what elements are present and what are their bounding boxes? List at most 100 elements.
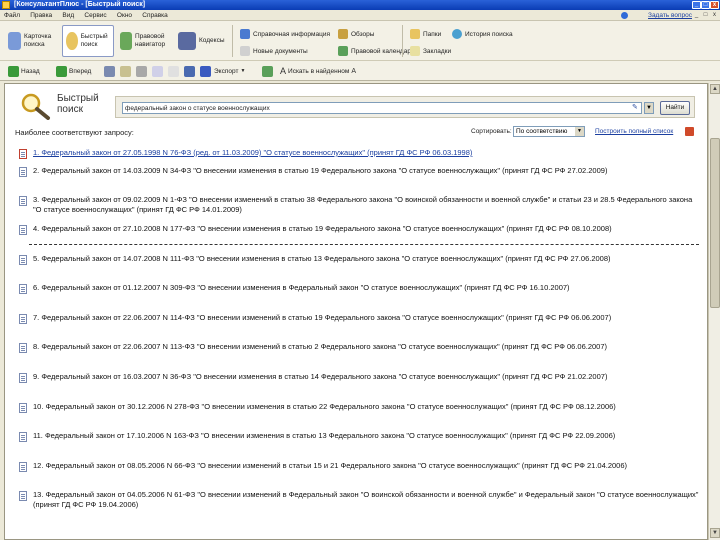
search-input[interactable] — [122, 102, 642, 114]
find-icon-button[interactable] — [168, 65, 179, 77]
folders-button[interactable]: Папки — [410, 28, 441, 40]
forward-button[interactable]: Вперед — [56, 65, 91, 77]
card-search-label: Карточка поиска — [24, 33, 52, 48]
main-toolbar: Карточка поиска Быстрый поиск Правовой н… — [0, 21, 720, 61]
scroll-down-button[interactable]: ▼ — [710, 528, 720, 538]
result-link[interactable]: 13. Федеральный закон от 04.05.2006 N 61… — [33, 490, 699, 510]
result-link[interactable]: 12. Федеральный закон от 08.05.2006 N 66… — [33, 461, 699, 471]
mdi-restore-button[interactable]: □ — [702, 11, 709, 19]
save-icon — [184, 65, 195, 77]
legal-navigator-button[interactable]: Правовой навигатор — [120, 25, 176, 57]
scroll-thumb[interactable] — [710, 138, 720, 308]
back-label: Назад — [21, 67, 40, 75]
result-link[interactable]: 11. Федеральный закон от 17.10.2006 N 16… — [33, 431, 699, 441]
result-link[interactable]: 5. Федеральный закон от 14.07.2008 N 111… — [33, 254, 699, 264]
menu-service[interactable]: Сервис — [80, 10, 110, 21]
find-in-list-label: Искать в найденном — [288, 67, 350, 75]
menu-help[interactable]: Справка — [138, 10, 172, 21]
support-link[interactable]: Задать вопрос — [648, 10, 692, 21]
word-icon-button[interactable] — [200, 65, 211, 77]
document-icon — [19, 149, 27, 159]
sort-select[interactable]: По соответствию ▼ — [513, 126, 585, 137]
document-icon — [19, 462, 27, 472]
chevron-down-icon: ▼ — [240, 68, 246, 74]
export-label: Экспорт — [214, 67, 239, 75]
mdi-minimize-button[interactable]: _ — [693, 11, 700, 19]
codes-button[interactable]: Кодексы — [178, 25, 228, 57]
result-link[interactable]: 3. Федеральный закон от 09.02.2009 N 1-Ф… — [33, 195, 699, 215]
document-icon — [19, 255, 27, 265]
menu-file[interactable]: Файл — [0, 10, 24, 21]
folders-label: Папки — [423, 30, 442, 38]
reference-info-label: Справочная информация — [253, 30, 330, 38]
build-full-list-link[interactable]: Построить полный список — [595, 128, 673, 135]
page-title: Быстрый поиск — [57, 93, 99, 115]
document-icon — [19, 225, 27, 235]
forward-label: Вперед — [69, 67, 92, 75]
reviews-button[interactable]: Обзоры — [338, 28, 374, 40]
mdi-close-button[interactable]: x — [711, 11, 718, 19]
result-link[interactable]: 10. Федеральный закон от 30.12.2006 N 27… — [33, 402, 699, 412]
toolbar-separator — [402, 25, 403, 57]
minimize-button[interactable]: _ — [692, 1, 701, 9]
document-icon — [19, 284, 27, 294]
scroll-up-button[interactable]: ▲ — [710, 84, 720, 94]
result-link[interactable]: 8. Федеральный закон от 22.06.2007 N 113… — [33, 342, 699, 352]
chevron-down-icon: ▼ — [575, 127, 584, 136]
result-link[interactable]: 4. Федеральный закон от 27.10.2008 N 177… — [33, 224, 699, 234]
window-title: [КонсультантПлюс - [Быстрый поиск] — [14, 1, 146, 8]
close-button[interactable]: x — [710, 1, 719, 9]
edit-icon — [120, 65, 131, 77]
list-icon — [104, 65, 115, 77]
copy-icon-button[interactable] — [152, 65, 163, 77]
sort-label: Сортировать: — [471, 128, 512, 135]
menu-bar: Файл Правка Вид Сервис Окно Справка Зада… — [0, 10, 720, 21]
font-small-icon: A — [351, 67, 357, 75]
check-icon-button[interactable] — [262, 65, 273, 77]
vertical-scrollbar[interactable]: ▲ ▼ — [708, 83, 720, 540]
question-icon — [621, 12, 628, 19]
reviews-icon — [338, 29, 348, 39]
menu-edit[interactable]: Правка — [26, 10, 56, 21]
card-search-button[interactable]: Карточка поиска — [8, 25, 60, 57]
check-icon — [262, 65, 273, 77]
new-documents-button[interactable]: Новые документы — [240, 45, 308, 57]
clear-icon[interactable]: ✎ — [632, 104, 640, 112]
list-icon-button[interactable] — [104, 65, 115, 77]
history-button[interactable]: История поиска — [452, 28, 513, 40]
codes-label: Кодексы — [199, 37, 225, 44]
menu-window[interactable]: Окно — [113, 10, 136, 21]
menu-view[interactable]: Вид — [58, 10, 78, 21]
result-link[interactable]: 1. Федеральный закон от 27.05.1998 N 76-… — [33, 148, 699, 158]
title-bar: [КонсультантПлюс - [Быстрый поиск] _ □ x — [0, 0, 720, 10]
reference-info-button[interactable]: Справочная информация — [240, 28, 330, 40]
content-pane: Быстрый поиск ✎ ▼ Найти Наиболее соответ… — [4, 83, 708, 540]
list-icon[interactable] — [685, 127, 694, 136]
search-button[interactable]: Найти — [660, 101, 690, 115]
print-icon — [136, 65, 147, 77]
search-box: ✎ ▼ Найти — [115, 96, 695, 118]
search-history-dropdown[interactable]: ▼ — [644, 102, 654, 114]
quick-search-button[interactable]: Быстрый поиск — [62, 25, 114, 57]
result-link[interactable]: 2. Федеральный закон от 14.03.2009 N 34-… — [33, 166, 699, 176]
document-icon — [19, 167, 27, 177]
result-link[interactable]: 6. Федеральный закон от 01.12.2007 N 309… — [33, 283, 699, 293]
edit-icon-button[interactable] — [120, 65, 131, 77]
find-icon — [168, 65, 179, 77]
app-icon — [2, 1, 10, 9]
arrow-right-icon — [56, 65, 67, 77]
save-icon-button[interactable] — [184, 65, 195, 77]
bookmarks-button[interactable]: Закладки — [410, 45, 451, 57]
back-button[interactable]: Назад — [8, 65, 40, 77]
navigator-icon — [120, 32, 132, 50]
results-header: Наиболее соответствуют запросу: — [15, 128, 134, 137]
export-button[interactable]: Экспорт ▼ — [214, 65, 245, 77]
find-in-list-button[interactable]: A Искать в найденном A — [280, 65, 356, 77]
divider — [29, 244, 699, 245]
reviews-label: Обзоры — [351, 30, 375, 38]
result-link[interactable]: 7. Федеральный закон от 22.06.2007 N 114… — [33, 313, 699, 323]
print-icon-button[interactable] — [136, 65, 147, 77]
result-link[interactable]: 9. Федеральный закон от 16.03.2007 N 36-… — [33, 372, 699, 382]
maximize-button[interactable]: □ — [701, 1, 710, 9]
document-icon — [19, 403, 27, 413]
